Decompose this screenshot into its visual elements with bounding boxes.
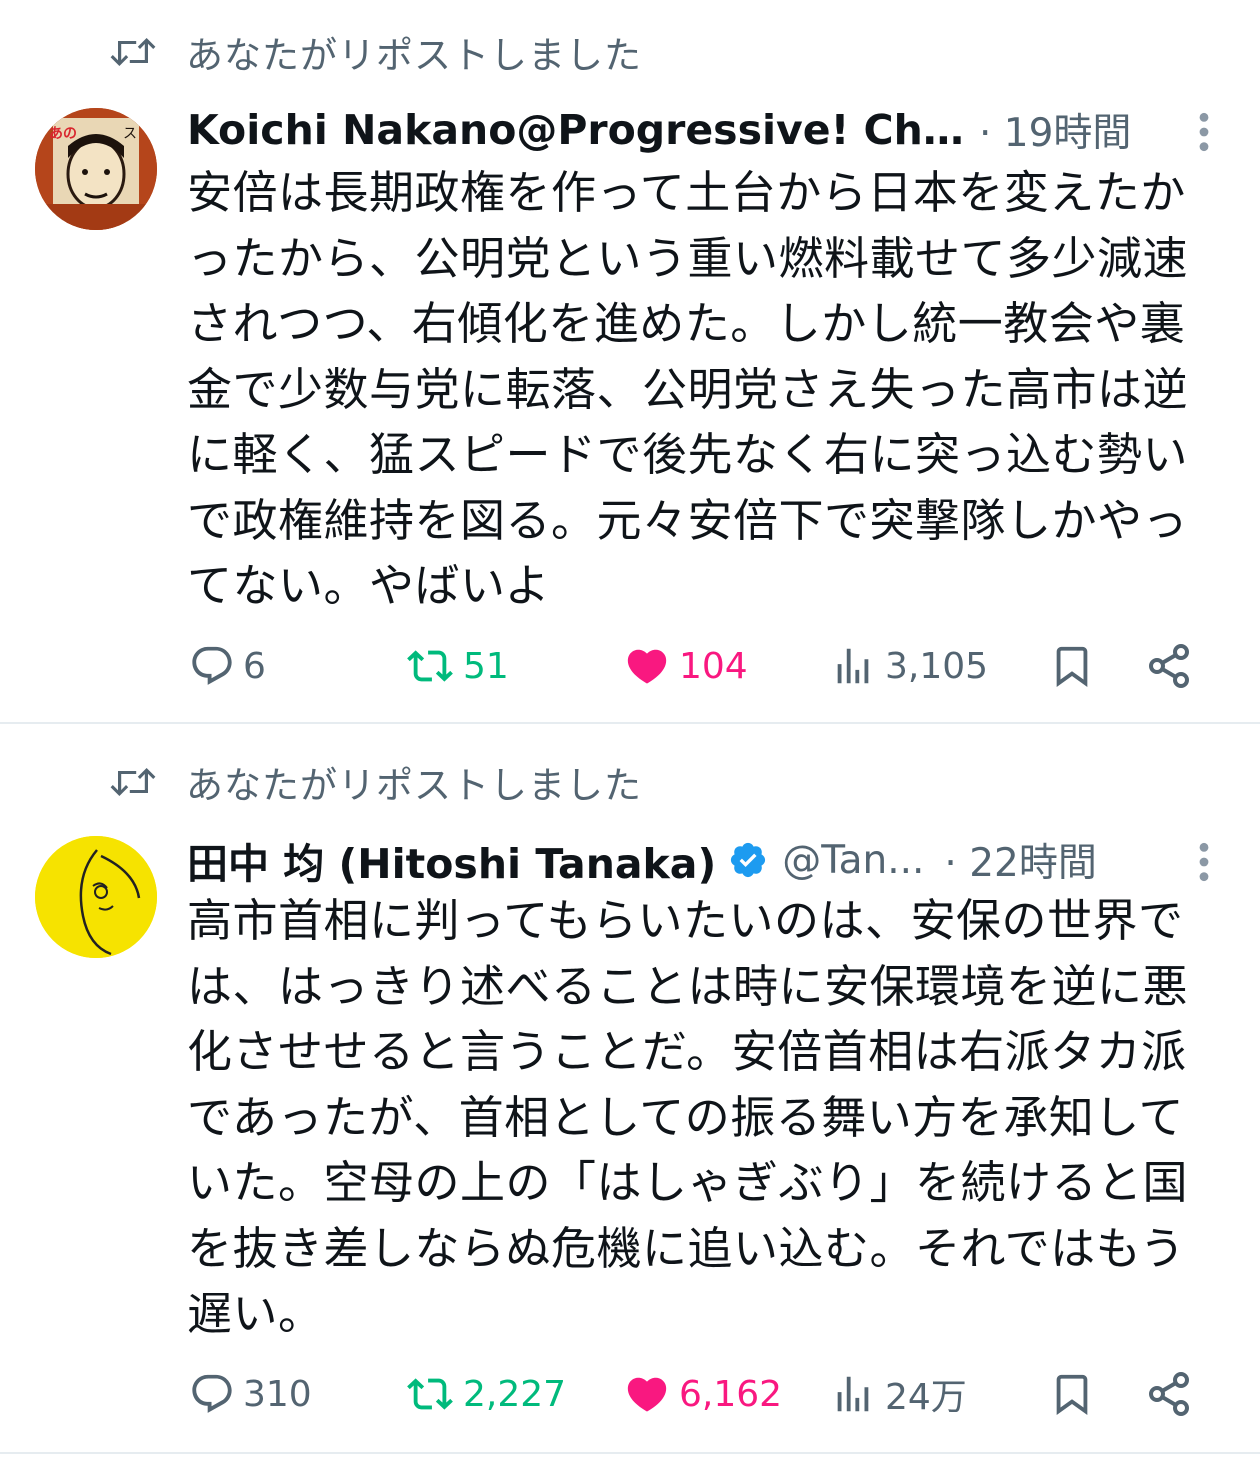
views-icon [837,648,869,684]
heart-icon [627,649,667,684]
like-button[interactable]: 6,162 [623,1364,782,1424]
tweet[interactable]: あなたがリポストしました 田中 均 (Hitoshi Tanaka) @Tan.… [0,726,1260,1454]
avatar[interactable] [35,836,157,958]
repost-count: 51 [463,645,509,687]
more-icon[interactable] [1192,840,1216,884]
views-icon [837,1376,869,1412]
tweet[interactable]: あなたがリポストしました あの ス Koichi Nakano@Progress… [0,0,1260,724]
repost-icon [407,1378,453,1410]
bookmark-button[interactable] [1049,636,1095,696]
reply-button[interactable]: 310 [189,1364,312,1424]
tweet-divider [0,1452,1260,1454]
tweet-text: 高市首相に判ってもらいたいのは、安保の世界では、はっきり述べることは時に安保環境… [187,894,1189,1340]
author-name[interactable]: Koichi Nakano@Progressive! Ch... [187,106,967,154]
repost-button[interactable]: 2,227 [405,1364,566,1424]
repost-context: あなたがリポストしました [108,754,642,810]
repost-icon [110,38,156,66]
more-icon[interactable] [1192,110,1216,154]
heart-icon [627,1377,667,1412]
share-button[interactable] [1145,1364,1193,1424]
share-icon [1149,1372,1189,1416]
repost-count: 2,227 [463,1373,567,1415]
views-button[interactable]: 3,105 [829,636,988,696]
bookmark-button[interactable] [1049,1364,1095,1424]
tweet-header: 田中 均 (Hitoshi Tanaka) @Tan... · 22時間 [187,830,1227,890]
svg-text:あの: あの [49,126,77,142]
author-handle[interactable]: @Tan... [782,838,924,883]
tweet-divider [0,722,1260,724]
views-count: 3,105 [885,645,989,687]
repost-label: あなたがリポストしました [186,764,642,807]
like-count: 104 [679,645,748,687]
avatar[interactable]: あの ス [35,108,157,230]
verified-badge-icon [731,842,766,878]
reply-count: 310 [243,1373,312,1415]
repost-button[interactable]: 51 [405,636,509,696]
timestamp[interactable]: · 22時間 [944,832,1096,888]
reply-button[interactable]: 6 [189,636,266,696]
repost-icon [407,650,453,682]
svg-text:ス: ス [123,126,137,142]
bookmark-icon [1056,1374,1088,1415]
repost-context: あなたがリポストしました [108,24,642,80]
repost-icon [110,768,156,796]
author-name[interactable]: 田中 均 (Hitoshi Tanaka) [187,830,716,890]
avatar-image: あの ス [35,108,157,230]
share-button[interactable] [1145,636,1193,696]
views-count: 24万 [885,1377,967,1418]
tweet-text: 安倍は長期政権を作って土台から日本を変えたかったから、公明党という重い燃料載せて… [187,166,1189,612]
reply-icon [192,1374,232,1413]
tweet-header: Koichi Nakano@Progressive! Ch... · 19時間 [187,100,1227,160]
avatar-image [35,836,157,958]
action-bar: 310 2,227 6,162 24万 [187,1364,1207,1424]
views-button[interactable]: 24万 [829,1364,967,1424]
like-button[interactable]: 104 [623,636,748,696]
timestamp[interactable]: · 19時間 [979,102,1131,158]
like-count: 6,162 [679,1373,783,1415]
reply-count: 6 [243,645,266,687]
share-icon [1149,644,1189,688]
repost-label: あなたがリポストしました [186,34,642,77]
action-bar: 6 51 104 3,105 [187,636,1207,696]
reply-icon [192,646,232,685]
bookmark-icon [1056,646,1088,687]
